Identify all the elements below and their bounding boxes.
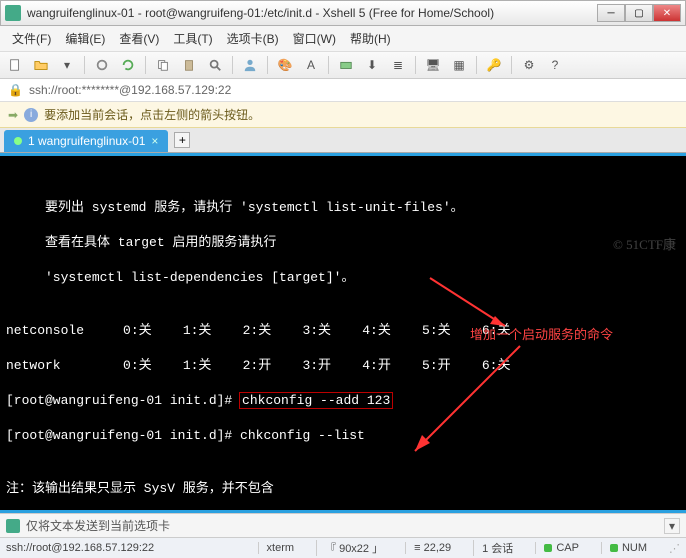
status-termtype: xterm [258, 542, 303, 554]
maximize-button[interactable]: ▢ [625, 4, 653, 22]
menu-view[interactable]: 查看(V) [113, 28, 165, 49]
window-controls: ─ ▢ ✕ [597, 4, 681, 22]
separator [328, 56, 329, 74]
reconnect-icon[interactable] [119, 56, 137, 74]
menu-window[interactable]: 窗口(W) [287, 28, 342, 49]
search-icon[interactable] [206, 56, 224, 74]
status-size: 『 90x22 」 [316, 540, 391, 556]
footer-bar: 仅将文本发送到当前选项卡 ▾ [0, 513, 686, 537]
info-icon: i [24, 108, 38, 122]
hosts-icon[interactable]: 🖥 [424, 56, 442, 74]
tab-label: 1 wangruifenglinux-01 [28, 134, 145, 148]
highlighted-command: chkconfig --add 123 [240, 393, 392, 408]
menu-tools[interactable]: 工具(T) [167, 28, 218, 49]
menu-file[interactable]: 文件(F) [6, 28, 57, 49]
toolbar: ▾ 🎨 A ⬇ ≣ 🖥 ▦ 🔑 ⚙ ? [0, 52, 686, 79]
status-cursor-position: ≡ 22,29 [405, 542, 459, 554]
font-icon[interactable]: A [302, 56, 320, 74]
term-line: network 0:关 1:关 2:开 3:开 4:开 5:开 6:关 [6, 357, 680, 375]
status-sessions: 1 会话 [473, 540, 521, 556]
status-bar: ssh://root@192.168.57.129:22 xterm 『 90x… [0, 537, 686, 558]
lock-icon: 🔒 [8, 83, 23, 97]
new-file-icon[interactable] [6, 56, 24, 74]
term-line: 查看在具体 target 启用的服务请执行 [6, 234, 680, 252]
status-caps-indicator: CAP [535, 542, 587, 554]
tab-close-icon[interactable]: × [151, 134, 158, 148]
arrow-left-icon[interactable]: ➡ [8, 108, 18, 122]
palette-icon[interactable]: 🎨 [276, 56, 294, 74]
bottom-divider [0, 510, 686, 513]
profile-icon[interactable] [241, 56, 259, 74]
open-folder-icon[interactable] [32, 56, 50, 74]
info-bar: ➡ i 要添加当前会话，点击左侧的箭头按钮。 [0, 102, 686, 128]
key-icon[interactable]: 🔑 [485, 56, 503, 74]
tab-bar: 1 wangruifenglinux-01 × + [0, 128, 686, 153]
gear-icon[interactable]: ⚙ [520, 56, 538, 74]
menubar: 文件(F) 编辑(E) 查看(V) 工具(T) 选项卡(B) 窗口(W) 帮助(… [0, 26, 686, 52]
term-line: 注：该输出结果只显示 SysV 服务，并不包含 [6, 480, 680, 498]
separator [476, 56, 477, 74]
separator [267, 56, 268, 74]
multi-screen-icon[interactable]: ▦ [450, 56, 468, 74]
menu-edit[interactable]: 编辑(E) [59, 28, 111, 49]
caps-led-icon [544, 544, 552, 552]
term-line: 'systemctl list-dependencies [target]'。 [6, 269, 680, 287]
minimize-button[interactable]: ─ [597, 4, 625, 22]
separator [415, 56, 416, 74]
window-title: wangruifenglinux-01 - root@wangruifeng-0… [27, 6, 597, 20]
term-line: [root@wangruifeng-01 init.d]# chkconfig … [6, 427, 680, 445]
file-transfer-icon[interactable] [337, 56, 355, 74]
resize-grip-icon[interactable]: ⋰ [669, 542, 680, 555]
titlebar: wangruifenglinux-01 - root@wangruifeng-0… [0, 0, 686, 26]
expand-icon[interactable]: ▾ [664, 518, 680, 534]
disconnect-icon[interactable] [93, 56, 111, 74]
separator [145, 56, 146, 74]
status-num-indicator: NUM [601, 542, 655, 554]
menu-help[interactable]: 帮助(H) [344, 28, 397, 49]
paste-icon[interactable] [180, 56, 198, 74]
terminal[interactable]: © 51CTF康 要列出 systemd 服务，请执行 'systemctl l… [0, 153, 686, 513]
info-text: 要添加当前会话，点击左侧的箭头按钮。 [44, 106, 260, 123]
term-line: [root@wangruifeng-01 init.d]# chkconfig … [6, 392, 680, 410]
tab-session-1[interactable]: 1 wangruifenglinux-01 × [4, 130, 168, 152]
list-icon[interactable]: ≣ [389, 56, 407, 74]
separator [511, 56, 512, 74]
footer-text: 仅将文本发送到当前选项卡 [26, 517, 170, 534]
copy-icon[interactable] [154, 56, 172, 74]
address-bar: 🔒 ssh://root:********@192.168.57.129:22 [0, 79, 686, 102]
app-icon [5, 5, 21, 21]
term-line: 要列出 systemd 服务，请执行 'systemctl list-unit-… [6, 199, 680, 217]
close-button[interactable]: ✕ [653, 4, 681, 22]
download-icon[interactable]: ⬇ [363, 56, 381, 74]
help-icon[interactable]: ? [546, 56, 564, 74]
separator [232, 56, 233, 74]
separator [84, 56, 85, 74]
dropdown-icon[interactable]: ▾ [58, 56, 76, 74]
menu-tabs[interactable]: 选项卡(B) [221, 28, 285, 49]
new-tab-button[interactable]: + [174, 132, 190, 148]
send-target-icon[interactable] [6, 519, 20, 533]
status-address: ssh://root@192.168.57.129:22 [6, 542, 154, 554]
address-text[interactable]: ssh://root:********@192.168.57.129:22 [29, 83, 231, 97]
status-dot-icon [14, 137, 22, 145]
annotation-text: 增加一个启动服务的命令 [470, 326, 613, 344]
num-led-icon [610, 544, 618, 552]
watermark: © 51CTF康 [613, 236, 676, 254]
